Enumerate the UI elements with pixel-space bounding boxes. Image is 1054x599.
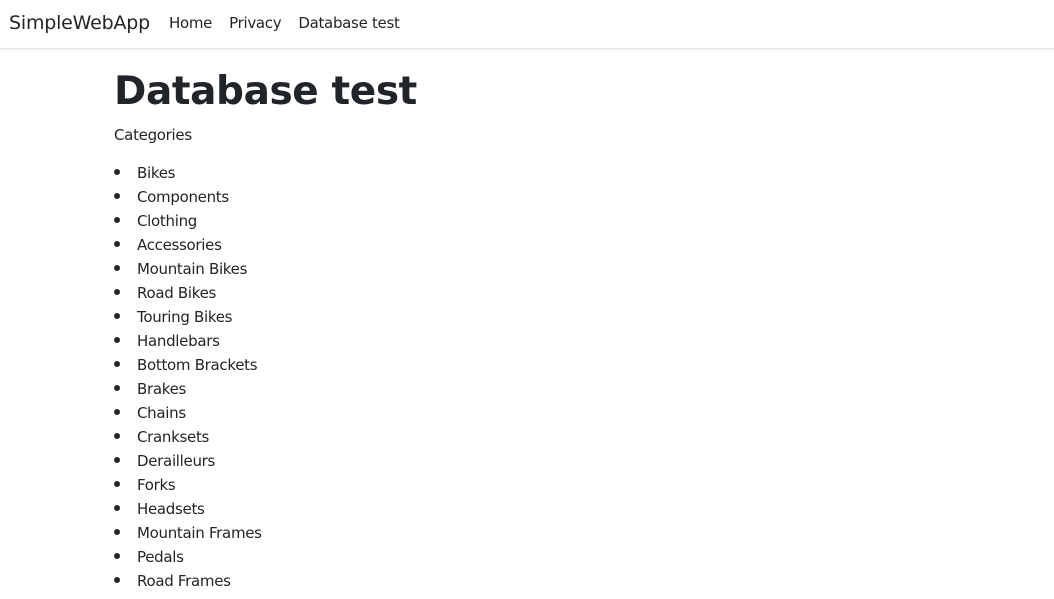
bullet-icon: [114, 481, 120, 487]
category-list-item: Bottom Brackets: [114, 353, 1014, 377]
bullet-icon: [114, 505, 120, 511]
bullet-icon: [114, 169, 120, 175]
bullet-icon: [114, 553, 120, 559]
category-label: Derailleurs: [137, 452, 216, 470]
category-label: Forks: [137, 476, 176, 494]
category-label: Bikes: [137, 164, 176, 182]
category-list: Bikes Components Clothing Accessories Mounta…: [114, 161, 1014, 593]
category-label: Headsets: [137, 500, 205, 518]
category-list-item: Handlebars: [114, 329, 1014, 353]
bullet-icon: [114, 457, 120, 463]
category-list-item: Headsets: [114, 497, 1014, 521]
bullet-icon: [114, 193, 120, 199]
category-list-item: Pedals: [114, 545, 1014, 569]
category-label: Road Bikes: [137, 284, 217, 302]
category-label: Accessories: [137, 236, 222, 254]
navbar: SimpleWebApp Home Privacy Database test: [0, 0, 1054, 49]
bullet-icon: [114, 433, 120, 439]
category-label: Brakes: [137, 380, 187, 398]
nav-item-home: Home: [169, 13, 212, 33]
category-label: Chains: [137, 404, 186, 422]
bullet-icon: [114, 241, 120, 247]
category-list-item: Derailleurs: [114, 449, 1014, 473]
category-list-item: Forks: [114, 473, 1014, 497]
brand-link[interactable]: SimpleWebApp: [9, 11, 150, 35]
categories-heading: Categories: [114, 126, 192, 144]
bullet-icon: [114, 361, 120, 367]
category-label: Touring Bikes: [137, 308, 233, 326]
bullet-icon: [114, 313, 120, 319]
category-list-item: Mountain Bikes: [114, 257, 1014, 281]
category-label: Handlebars: [137, 332, 220, 350]
category-list-item: Components: [114, 185, 1014, 209]
category-list-item: Road Frames: [114, 569, 1014, 593]
category-label: Mountain Bikes: [137, 260, 248, 278]
category-label: Road Frames: [137, 572, 231, 590]
bullet-icon: [114, 337, 120, 343]
bullet-icon: [114, 289, 120, 295]
category-list-item: Touring Bikes: [114, 305, 1014, 329]
category-label: Bottom Brackets: [137, 356, 258, 374]
category-label: Clothing: [137, 212, 198, 230]
category-list-item: Accessories: [114, 233, 1014, 257]
bullet-icon: [114, 577, 120, 583]
category-label: Components: [137, 188, 229, 206]
bullet-icon: [114, 217, 120, 223]
page-title: Database test: [114, 69, 417, 114]
category-list-item: Chains: [114, 401, 1014, 425]
category-label: Cranksets: [137, 428, 210, 446]
nav-link-home[interactable]: Home: [169, 14, 212, 32]
main-content: Database test Categories Bikes Components…: [114, 68, 1014, 593]
nav-links: Home Privacy Database test: [169, 13, 417, 33]
nav-item-database-test: Database test: [298, 13, 400, 33]
category-list-item: Clothing: [114, 209, 1014, 233]
category-list-item: Mountain Frames: [114, 521, 1014, 545]
nav-link-privacy[interactable]: Privacy: [229, 14, 282, 32]
category-list-item: Cranksets: [114, 425, 1014, 449]
category-list-item: Brakes: [114, 377, 1014, 401]
bullet-icon: [114, 529, 120, 535]
bullet-icon: [114, 409, 120, 415]
nav-link-database-test[interactable]: Database test: [298, 14, 400, 32]
category-list-item: Road Bikes: [114, 281, 1014, 305]
bullet-icon: [114, 265, 120, 271]
category-label: Pedals: [137, 548, 184, 566]
category-label: Mountain Frames: [137, 524, 262, 542]
category-list-item: Bikes: [114, 161, 1014, 185]
bullet-icon: [114, 385, 120, 391]
nav-item-privacy: Privacy: [229, 13, 282, 33]
